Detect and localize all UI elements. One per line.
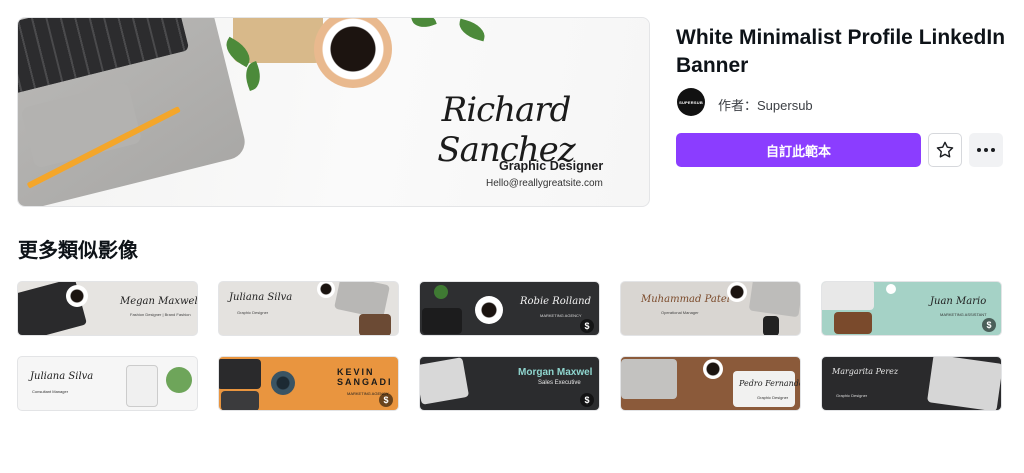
thumb-subtitle: Graphic Designer (836, 393, 868, 398)
thumb-signature: Pedro Fernandes (739, 379, 801, 388)
more-options-button[interactable] (969, 133, 1003, 167)
thumb-signature: Juan Mario (930, 296, 987, 307)
plant-leaf (411, 18, 437, 32)
author-name-link[interactable]: Supersub (757, 98, 813, 113)
template-title: White Minimalist Profile LinkedIn Banner (676, 26, 1006, 77)
thumb-subtitle: Sales Executive (538, 380, 581, 386)
thumb-signature: Megan Maxwell (120, 296, 198, 307)
signature-name: Richard Sanchez (437, 90, 575, 170)
thumb-name: KEVIN SANGADI (337, 367, 393, 387)
thumb-signature: Robie Rolland (520, 296, 591, 307)
premium-badge: $ (580, 393, 594, 407)
more-icon (977, 148, 995, 152)
customize-template-button[interactable]: 自訂此範本 (676, 133, 921, 167)
thumb-subtitle: MARKETING AGENCY (540, 313, 582, 318)
thumb-subtitle: Consultant Manager (32, 389, 69, 394)
similar-template-card[interactable]: KEVIN SANGADI MARKETING AGENCY $ (218, 356, 399, 411)
similar-template-card[interactable]: Muhammad Patel Operational Manager (620, 281, 801, 336)
premium-badge: $ (982, 318, 996, 332)
email-text: Hello@reallygreatsite.com (486, 178, 603, 189)
thumb-signature: Muhammad Patel (641, 294, 730, 305)
similar-template-card[interactable]: Robie Rolland MARKETING AGENCY $ (419, 281, 600, 336)
favorite-button[interactable] (928, 133, 962, 167)
author-prefix: 作者： (718, 98, 758, 113)
thumb-signature: Margarita Perez (832, 367, 899, 376)
similar-template-card[interactable]: Juan Mario MARKETING ASSISTANT $ (821, 281, 1002, 336)
similar-template-card[interactable]: Margarita Perez Graphic Designer (821, 356, 1002, 411)
thumb-name: Morgan Maxwel (518, 367, 593, 378)
thumb-subtitle: Operational Manager (661, 310, 699, 315)
similar-template-card[interactable]: Juliana Silva Graphic Designer (218, 281, 399, 336)
coffee-cup-image (314, 18, 392, 88)
premium-badge: $ (580, 319, 594, 333)
laptop-image (18, 18, 249, 206)
job-title: Graphic Designer (499, 159, 604, 173)
thumb-signature: Juliana Silva (30, 371, 94, 382)
similar-section-title: 更多類似影像 (18, 240, 138, 262)
author-avatar[interactable]: SUPERSUB (677, 88, 705, 116)
thumb-subtitle: MARKETING ASSISTANT (940, 312, 987, 317)
template-preview[interactable]: Richard Sanchez Graphic Designer Hello@r… (17, 17, 650, 207)
similar-template-card[interactable]: Juliana Silva Consultant Manager (17, 356, 198, 411)
similar-template-card[interactable]: Morgan Maxwel Sales Executive $ (419, 356, 600, 411)
thumb-subtitle: Graphic Designer (237, 310, 269, 315)
thumb-subtitle: Fashion Designer | Brand Fashion (130, 312, 191, 317)
similar-template-card[interactable]: Pedro Fernandes Graphic Designer (620, 356, 801, 411)
premium-badge: $ (379, 393, 393, 407)
similar-template-card[interactable]: Megan Maxwell Fashion Designer | Brand F… (17, 281, 198, 336)
star-icon (936, 141, 954, 158)
thumb-subtitle: Graphic Designer (757, 395, 789, 400)
plant-leaf (456, 18, 488, 42)
author-line: 作者：Supersub (718, 95, 813, 114)
thumb-signature: Juliana Silva (229, 292, 293, 303)
